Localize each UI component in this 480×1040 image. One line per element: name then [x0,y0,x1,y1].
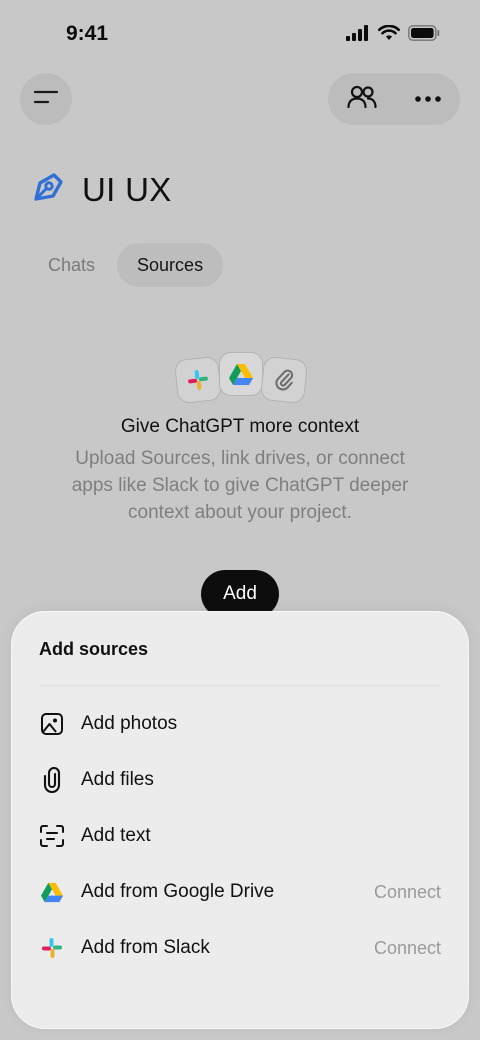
sheet-item-label: Add files [81,769,154,790]
cellular-signal-icon [346,25,370,46]
paperclip-icon [259,355,309,405]
project-header: UI UX [30,168,172,211]
tab-sources[interactable]: Sources [117,243,224,287]
status-time: 9:41 [66,22,109,45]
connect-google-drive-button[interactable]: Connect [374,882,441,903]
tab-chats[interactable]: Chats [28,243,115,287]
add-slack-item[interactable]: Add from Slack Connect [11,921,469,975]
sheet-item-label: Add from Google Drive [81,881,275,902]
people-icon[interactable] [346,84,377,115]
slack-icon [39,935,65,961]
paperclip-icon [39,767,65,793]
text-scan-icon [39,823,65,849]
photo-icon [39,711,65,737]
add-files-item[interactable]: Add files [11,753,469,807]
google-drive-icon [219,352,263,396]
sheet-title: Add sources [39,639,149,659]
sheet-item-label: Add from Slack [81,937,210,958]
slack-icon [173,355,223,405]
add-text-item[interactable]: Add text [11,809,469,863]
empty-state-title: Give ChatGPT more context [120,416,360,437]
battery-icon [408,25,440,46]
top-actions [328,73,460,125]
menu-icon [33,88,59,111]
project-title: UI UX [82,170,172,208]
add-photos-item[interactable]: Add photos [11,697,469,751]
empty-state-description: Upload Sources, link drives, or connect … [71,448,409,523]
menu-button[interactable] [20,73,72,125]
add-sources-sheet: Add sources Add photos Add files Add tex… [11,611,469,1029]
tab-bar: Chats Sources [28,243,224,287]
status-bar: 9:41 [0,0,480,70]
pen-nib-icon [30,168,68,211]
more-dots-icon[interactable] [414,90,442,108]
empty-state-icons [173,350,309,405]
sheet-item-label: Add text [81,825,151,846]
status-icons [346,24,440,46]
add-google-drive-item[interactable]: Add from Google Drive Connect [11,865,469,919]
sheet-divider [39,685,441,686]
wifi-icon [378,24,400,46]
sheet-item-label: Add photos [81,713,178,734]
google-drive-icon [39,879,65,905]
connect-slack-button[interactable]: Connect [374,938,441,959]
